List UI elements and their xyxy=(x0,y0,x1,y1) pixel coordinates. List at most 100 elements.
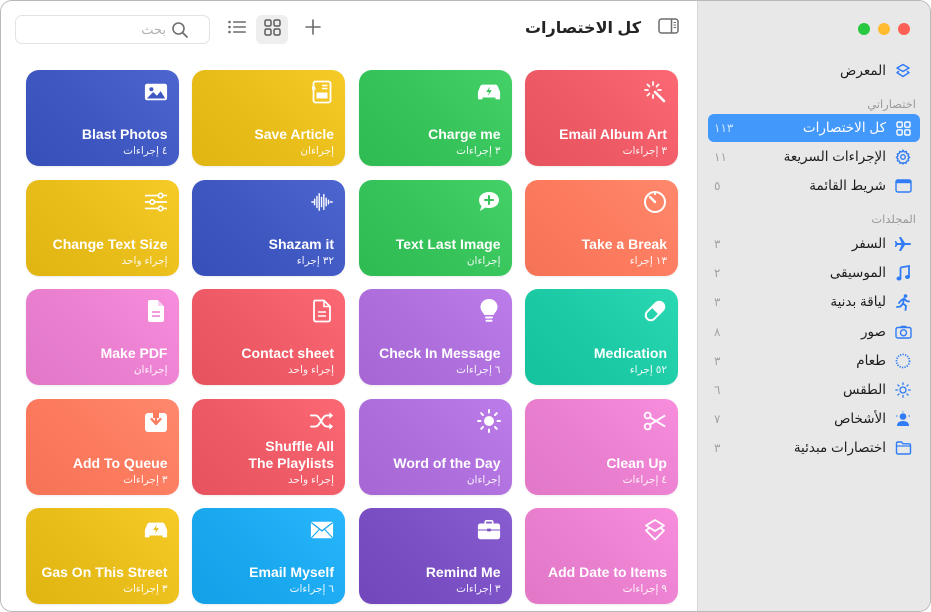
download-tray-icon xyxy=(144,409,168,433)
sidebar-item-count: ٣ xyxy=(714,237,721,251)
sidebar-item-count: ٣ xyxy=(714,353,721,368)
sidebar-item-label: الموسيقى xyxy=(829,265,886,281)
sidebar-item-count: ٨ xyxy=(714,324,721,339)
shortcut-title: Change Text Size xyxy=(52,235,168,252)
shortcut-card[interactable]: Make PDF إجراءان xyxy=(25,289,179,385)
sidebar-item-label: الطقس xyxy=(843,382,886,397)
shortcut-title: Shazam it xyxy=(268,235,334,252)
shortcut-action-count: ٣ إجراءات xyxy=(622,145,667,157)
sidebar-item-count: ٣ xyxy=(714,441,721,456)
list-view-button[interactable] xyxy=(221,15,253,44)
sidebar-folder-music[interactable]: الموسيقى ٢ xyxy=(708,259,920,287)
list-view-icon xyxy=(228,20,246,39)
grid-view-icon xyxy=(263,18,281,41)
sliders-icon xyxy=(144,190,168,214)
window-controls xyxy=(858,23,910,35)
my-shortcuts-section-header: اختصاراتي xyxy=(867,99,916,111)
shortcut-card[interactable]: Text Last Image إجراءان xyxy=(358,179,512,276)
sidebar-item-label: الإجراءات السريعة xyxy=(783,149,886,164)
shortcut-action-count: إجراءان xyxy=(466,473,501,486)
sidebar-item-gallery[interactable]: المعرض xyxy=(708,57,920,85)
sidebar-folder-starter-shortcuts[interactable]: اختصارات مبدئية ٣ xyxy=(708,434,920,462)
shortcut-title: Take a Break xyxy=(581,235,667,252)
shortcut-title: Add Date to Items xyxy=(547,564,667,580)
shortcut-card[interactable]: Email Album Art ٣ إجراءات xyxy=(525,70,678,166)
shortcut-card[interactable]: Contact sheet إجراء واحد xyxy=(192,289,345,385)
sidebar-item-count: ٦ xyxy=(714,383,721,397)
ev-car-icon xyxy=(477,80,501,104)
layers-icon xyxy=(643,518,667,542)
shortcut-action-count: ٩ إجراءات xyxy=(622,583,667,595)
sidebar-item-label: المعرض xyxy=(840,63,886,78)
sidebar-folder-photos[interactable]: صور ٨ xyxy=(708,318,920,346)
sidebar-folder-fitness[interactable]: لياقة بدنية ٣ xyxy=(708,288,920,316)
sidebar-toggle-button[interactable] xyxy=(657,17,679,37)
shortcut-card[interactable]: Clean Up ٤ إجراءات xyxy=(525,398,678,495)
running-figure-icon xyxy=(894,293,912,311)
magic-wand-icon xyxy=(643,80,667,104)
main-content: كل الاختصارات Email Album Art٣ إجراءاتCh… xyxy=(1,1,699,611)
layers-icon xyxy=(894,62,912,80)
message-plus-icon xyxy=(477,190,501,214)
shortcut-title: Make PDF xyxy=(100,345,168,361)
shortcut-title: Save Article xyxy=(254,126,334,142)
waveform-icon xyxy=(310,190,334,214)
sidebar-item-count: ١١٣ xyxy=(714,121,734,135)
sidebar-item-menu-bar[interactable]: شريط القائمة ٥ xyxy=(708,172,920,200)
shortcut-title: Clean Up xyxy=(606,454,667,471)
shortcut-card[interactable]: Check In Message ٦ إجراءات xyxy=(358,289,512,385)
svg-text:A: A xyxy=(312,85,316,92)
shortcut-title: Medication xyxy=(593,345,667,361)
shortcut-card[interactable]: Add To Queue ٣ إجراءات xyxy=(25,398,179,495)
add-shortcut-button[interactable] xyxy=(297,15,329,44)
shortcut-card[interactable]: Blast Photos ٤ إجراءات xyxy=(25,70,179,166)
shortcut-card[interactable]: Shuffle All The Playlists إجراء واحد xyxy=(192,398,345,495)
close-button[interactable] xyxy=(898,23,910,35)
airplane-icon xyxy=(894,235,912,253)
shuffle-icon xyxy=(310,409,334,433)
envelope-icon xyxy=(310,518,334,542)
shortcut-card[interactable]: Gas On This Street ٣ إجراءات xyxy=(25,508,179,604)
zoom-button[interactable] xyxy=(858,23,870,35)
minimize-button[interactable] xyxy=(878,23,890,35)
dotted-circle-icon xyxy=(894,352,912,370)
sidebar-folder-weather[interactable]: الطقس ٦ xyxy=(708,376,920,404)
shortcut-card[interactable]: Medication ٥٢ إجراء xyxy=(525,289,678,385)
grid-icon xyxy=(894,119,912,137)
sidebar-item-label: لياقة بدنية xyxy=(830,294,886,310)
sidebar-folder-travel[interactable]: السفر ٣ xyxy=(708,230,920,258)
sidebar-item-quick-actions[interactable]: الإجراءات السريعة ١١ xyxy=(708,143,920,171)
shortcut-card[interactable]: A Save Article إجراءان xyxy=(192,70,345,166)
sidebar-folder-food[interactable]: طعام ٣ xyxy=(708,347,920,375)
search-field[interactable] xyxy=(15,15,210,44)
shortcut-action-count: إجراءان xyxy=(300,145,334,157)
ev-car-icon xyxy=(144,518,168,542)
shortcut-action-count: ١٣ إجراء xyxy=(629,254,667,267)
menubar-icon xyxy=(894,177,912,195)
sidebar-item-label: كل الاختصارات xyxy=(802,120,886,135)
shortcut-card[interactable]: Email Myself ٦ إجراءات xyxy=(192,508,345,604)
sidebar-item-all-shortcuts[interactable]: كل الاختصارات ١١٣ xyxy=(708,114,920,142)
sidebar-folder-people[interactable]: الأشخاص ٧ xyxy=(708,405,920,433)
shortcut-card[interactable]: Word of the Day إجراءان xyxy=(358,398,512,495)
shortcut-title: Email Myself xyxy=(249,564,334,580)
shortcut-card[interactable]: Add Date to Items ٩ إجراءات xyxy=(525,508,678,604)
sidebar: المعرض اختصاراتي كل الاختصارات ١١٣ الإجراء… xyxy=(697,1,930,611)
document-icon xyxy=(310,299,334,323)
shortcut-action-count: إجراء واحد xyxy=(288,473,334,486)
sidebar-item-count: ١١ xyxy=(714,150,727,164)
shortcut-card[interactable]: Charge me ٣ إجراءات xyxy=(358,70,512,166)
shortcut-card[interactable]: Take a Break ١٣ إجراء xyxy=(525,179,678,276)
shortcut-action-count: ٣ إجراءات xyxy=(456,145,501,157)
shortcut-card[interactable]: Change Text Size إجراء واحد xyxy=(25,179,179,276)
shortcut-card[interactable]: Shazam it ٣٢ إجراء xyxy=(192,179,345,276)
search-input[interactable] xyxy=(16,22,166,37)
photo-icon xyxy=(144,80,168,104)
sun-icon xyxy=(894,381,912,399)
shortcut-title: Add To Queue xyxy=(72,454,168,471)
shortcut-card[interactable]: Remind Me ٣ إجراءات xyxy=(358,508,512,604)
sidebar-item-label: شريط القائمة xyxy=(809,178,886,193)
grid-view-button[interactable] xyxy=(256,15,288,44)
page-title: كل الاختصارات xyxy=(524,20,641,37)
folders-section-header: المجلدات xyxy=(871,214,916,226)
